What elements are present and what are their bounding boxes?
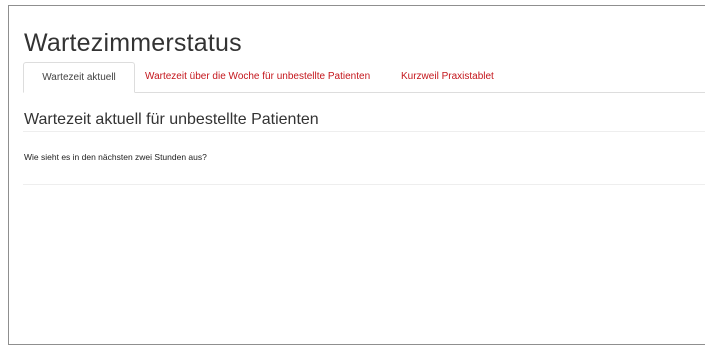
tab-wartezeit-aktuell[interactable]: Wartezeit aktuell	[23, 62, 135, 93]
tab-wartezeit-woche[interactable]: Wartezeit über die Woche für unbestellte…	[145, 62, 370, 93]
tab-kurzweil-praxistablet[interactable]: Kurzweil Praxistablet	[401, 62, 494, 93]
content-divider	[23, 184, 705, 185]
question-text: Wie sieht es in den nächsten zwei Stunde…	[24, 152, 207, 162]
page-title: Wartezimmerstatus	[24, 29, 242, 57]
tab-bar: Wartezeit aktuell Wartezeit über die Woc…	[23, 62, 705, 93]
section-divider	[23, 131, 705, 132]
section-heading: Wartezeit aktuell für unbestellte Patien…	[24, 111, 319, 128]
